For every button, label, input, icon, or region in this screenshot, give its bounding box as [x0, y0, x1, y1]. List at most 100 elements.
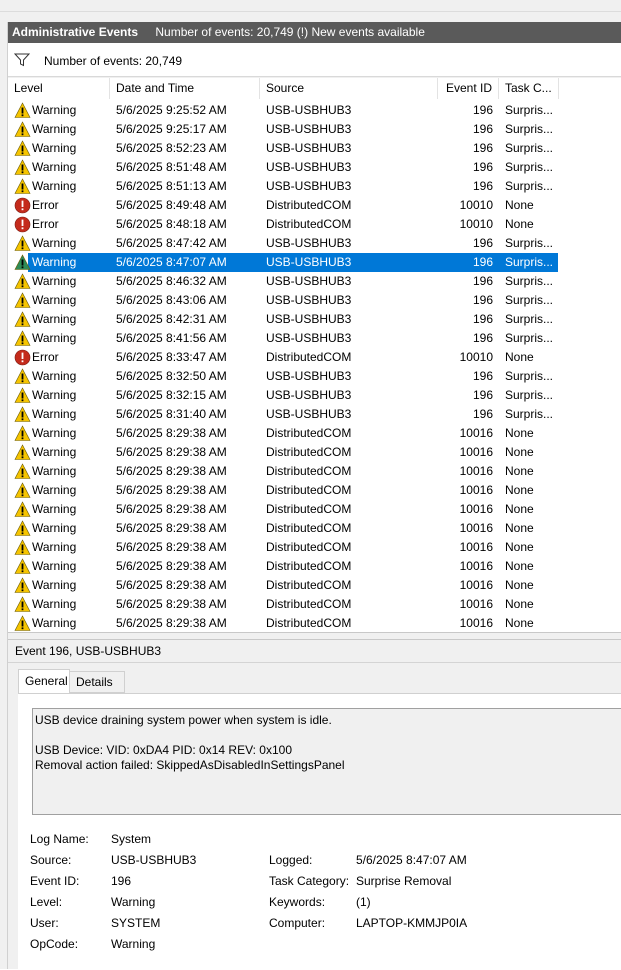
- table-row[interactable]: Warning 5/6/2025 9:25:52 AM USB-USBHUB3 196…: [8, 101, 621, 120]
- keywords-label: Keywords:: [269, 895, 326, 909]
- cell-date-time: 5/6/2025 8:29:38 AM: [116, 502, 227, 516]
- tab-details[interactable]: Details: [70, 671, 125, 693]
- cell-task-category: Surpris...: [505, 160, 554, 174]
- event-id-value: 196: [111, 874, 132, 888]
- column-header-task-category[interactable]: Task C...: [499, 78, 559, 99]
- cell-event-id: 196: [472, 274, 493, 288]
- table-row[interactable]: Warning 5/6/2025 8:31:40 AM USB-USBHUB3 196…: [8, 405, 621, 424]
- event-count-summary: Number of events: 20,749 (!) New events …: [155, 25, 425, 39]
- warning-icon: [14, 596, 31, 612]
- cell-level: Warning: [32, 616, 77, 630]
- logged-label: Logged:: [269, 853, 313, 867]
- cell-task-category: None: [505, 426, 534, 440]
- cell-date-time: 5/6/2025 8:43:06 AM: [116, 293, 227, 307]
- warning-icon: [14, 615, 31, 631]
- cell-level: Warning: [32, 122, 77, 136]
- cell-date-time: 5/6/2025 8:29:38 AM: [116, 483, 227, 497]
- cell-date-time: 5/6/2025 8:29:38 AM: [116, 616, 227, 630]
- cell-level: Warning: [32, 445, 77, 459]
- cell-level: Warning: [32, 464, 77, 478]
- cell-task-category: None: [505, 350, 534, 364]
- task-category-value: Surprise Removal: [356, 874, 452, 888]
- table-row[interactable]: Warning 5/6/2025 8:46:32 AM USB-USBHUB3 196…: [8, 272, 621, 291]
- cell-date-time: 5/6/2025 8:52:23 AM: [116, 141, 227, 155]
- column-header-level[interactable]: Level: [8, 78, 110, 99]
- table-row[interactable]: Warning 5/6/2025 8:52:23 AM USB-USBHUB3 196…: [8, 139, 621, 158]
- events-table[interactable]: Level Date and Time Source Event ID Task…: [8, 78, 621, 632]
- top-strip: [0, 0, 621, 22]
- event-viewer-window: Administrative Events Number of events: …: [0, 0, 621, 970]
- cell-source: USB-USBHUB3: [266, 236, 352, 250]
- cell-task-category: None: [505, 540, 534, 554]
- column-header-event-id[interactable]: Event ID: [438, 78, 499, 99]
- cell-date-time: 5/6/2025 8:47:07 AM: [116, 255, 227, 269]
- opcode-value: Warning: [111, 937, 156, 951]
- cell-event-id: 196: [472, 388, 493, 402]
- cell-task-category: None: [505, 521, 534, 535]
- level-label: Level:: [30, 895, 63, 909]
- warning-icon: [14, 368, 31, 384]
- cell-event-id: 10010: [459, 350, 493, 364]
- cell-event-id: 10016: [459, 540, 493, 554]
- cell-level: Warning: [32, 407, 77, 421]
- cell-date-time: 5/6/2025 8:32:15 AM: [116, 388, 227, 402]
- cell-source: USB-USBHUB3: [266, 160, 352, 174]
- table-row[interactable]: Warning 5/6/2025 8:47:07 AM USB-USBHUB3 196…: [8, 253, 621, 272]
- table-row[interactable]: Warning 5/6/2025 8:29:38 AM DistributedCOM…: [8, 443, 621, 462]
- filter-icon[interactable]: [14, 53, 30, 67]
- tab-general[interactable]: General: [18, 669, 70, 694]
- cell-date-time: 5/6/2025 8:49:48 AM: [116, 198, 227, 212]
- pane-splitter[interactable]: [8, 632, 621, 640]
- table-row[interactable]: Warning 5/6/2025 8:32:50 AM USB-USBHUB3 196…: [8, 367, 621, 386]
- table-row[interactable]: Error 5/6/2025 8:33:47 AM DistributedCOM 10…: [8, 348, 621, 367]
- warning-icon: [14, 520, 31, 536]
- table-row[interactable]: Warning 5/6/2025 8:43:06 AM USB-USBHUB3 196…: [8, 291, 621, 310]
- cell-level: Warning: [32, 179, 77, 193]
- warning-icon: [14, 463, 31, 479]
- cell-source: USB-USBHUB3: [266, 141, 352, 155]
- table-row[interactable]: Error 5/6/2025 8:48:18 AM DistributedCOM 10…: [8, 215, 621, 234]
- table-row[interactable]: Warning 5/6/2025 8:32:15 AM USB-USBHUB3 196…: [8, 386, 621, 405]
- cell-event-id: 10016: [459, 464, 493, 478]
- table-row[interactable]: Warning 5/6/2025 8:29:38 AM DistributedCOM…: [8, 424, 621, 443]
- cell-source: DistributedCOM: [266, 445, 352, 459]
- table-row[interactable]: Warning 5/6/2025 8:29:38 AM DistributedCOM…: [8, 519, 621, 538]
- table-row[interactable]: Warning 5/6/2025 8:51:13 AM USB-USBHUB3 196…: [8, 177, 621, 196]
- table-row[interactable]: Warning 5/6/2025 8:29:38 AM DistributedCOM…: [8, 595, 621, 614]
- cell-source: DistributedCOM: [266, 616, 352, 630]
- cell-task-category: None: [505, 445, 534, 459]
- cell-level: Error: [32, 350, 59, 364]
- table-row[interactable]: Warning 5/6/2025 8:29:38 AM DistributedCOM…: [8, 538, 621, 557]
- left-rail: [0, 22, 8, 969]
- table-row[interactable]: Warning 5/6/2025 8:29:38 AM DistributedCOM…: [8, 576, 621, 595]
- warning-icon: [14, 254, 31, 270]
- warning-icon: [14, 539, 31, 555]
- table-row[interactable]: Warning 5/6/2025 8:29:38 AM DistributedCOM…: [8, 614, 621, 632]
- column-header-source[interactable]: Source: [260, 78, 438, 99]
- table-row[interactable]: Warning 5/6/2025 8:47:42 AM USB-USBHUB3 196…: [8, 234, 621, 253]
- warning-icon: [14, 121, 31, 137]
- cell-event-id: 10016: [459, 445, 493, 459]
- table-row[interactable]: Error 5/6/2025 8:49:48 AM DistributedCOM 10…: [8, 196, 621, 215]
- task-category-label: Task Category:: [269, 874, 350, 888]
- cell-date-time: 5/6/2025 8:46:32 AM: [116, 274, 227, 288]
- table-row[interactable]: Warning 5/6/2025 8:42:31 AM USB-USBHUB3 196…: [8, 310, 621, 329]
- table-row[interactable]: Warning 5/6/2025 9:25:17 AM USB-USBHUB3 196…: [8, 120, 621, 139]
- cell-task-category: Surpris...: [505, 293, 554, 307]
- table-row[interactable]: Warning 5/6/2025 8:29:38 AM DistributedCOM…: [8, 500, 621, 519]
- detail-title: Event 196, USB-USBHUB3: [15, 644, 162, 658]
- cell-source: DistributedCOM: [266, 350, 352, 364]
- cell-level: Warning: [32, 236, 77, 250]
- column-header-date[interactable]: Date and Time: [110, 78, 260, 99]
- table-row[interactable]: Warning 5/6/2025 8:29:38 AM DistributedCOM…: [8, 462, 621, 481]
- cell-source: DistributedCOM: [266, 521, 352, 535]
- table-row[interactable]: Warning 5/6/2025 8:41:56 AM USB-USBHUB3 196…: [8, 329, 621, 348]
- table-row[interactable]: Warning 5/6/2025 8:51:48 AM USB-USBHUB3 196…: [8, 158, 621, 177]
- table-row[interactable]: Warning 5/6/2025 8:29:38 AM DistributedCOM…: [8, 557, 621, 576]
- event-message[interactable]: USB device draining system power when sy…: [32, 708, 621, 815]
- cell-event-id: 196: [472, 236, 493, 250]
- table-row[interactable]: Warning 5/6/2025 8:29:38 AM DistributedCOM…: [8, 481, 621, 500]
- opcode-label: OpCode:: [30, 937, 79, 951]
- cell-source: USB-USBHUB3: [266, 255, 352, 269]
- warning-icon: [14, 102, 31, 118]
